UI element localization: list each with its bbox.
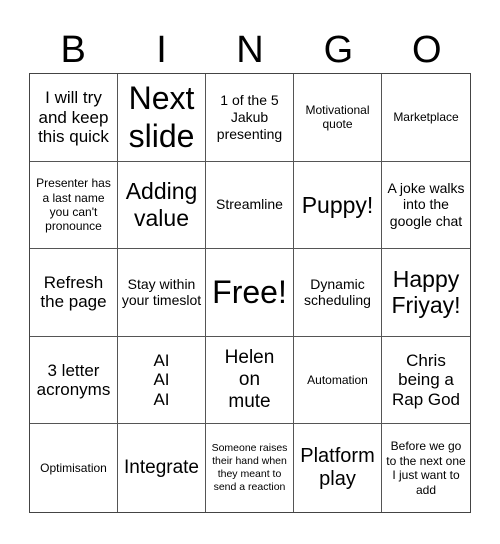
bingo-cell[interactable]: Chris being a Rap God (382, 337, 470, 425)
header-letter-i: I (156, 29, 167, 71)
bingo-cell free-space[interactable]: Free! (206, 249, 294, 337)
header-letter-g: G (323, 29, 354, 71)
bingo-cell[interactable]: Someone raises their hand when they mean… (206, 424, 294, 512)
bingo-cell[interactable]: Marketplace (382, 74, 470, 162)
bingo-cell[interactable]: Helen on mute (206, 336, 294, 425)
bingo-cell[interactable]: Streamline (206, 161, 294, 250)
bingo-cell[interactable]: Automation (294, 336, 382, 425)
bingo-cell[interactable]: Integrate (118, 424, 206, 512)
bingo-cell[interactable]: Adding value (118, 161, 206, 250)
bingo-cell[interactable]: A joke walks into the google chat (382, 162, 470, 250)
bingo-cell[interactable]: Dynamic scheduling (294, 249, 382, 337)
bingo-cell[interactable]: Before we go to the next one I just want… (382, 424, 470, 512)
bingo-cell[interactable]: Presenter has a last name you can't pron… (30, 161, 118, 250)
bingo-cell[interactable]: AI AI AI (118, 336, 206, 425)
bingo-header: B I N G O (29, 28, 471, 72)
bingo-cell[interactable]: Optimisation (30, 424, 118, 512)
bingo-cell[interactable]: Next slide (118, 74, 206, 162)
bingo-grid: I will try and keep this quick Next slid… (29, 73, 471, 513)
bingo-cell[interactable]: Puppy! (294, 161, 382, 250)
bingo-cell[interactable]: I will try and keep this quick (30, 74, 118, 162)
bingo-cell[interactable]: Refresh the page (30, 249, 118, 337)
header-letter-n: N (236, 29, 264, 71)
header-letter-o: O (411, 29, 442, 71)
header-letter-b: B (60, 29, 86, 71)
bingo-cell[interactable]: 1 of the 5 Jakub presenting (206, 74, 294, 162)
bingo-cell[interactable]: Platform play (294, 424, 382, 512)
bingo-cell[interactable]: 3 letter acronyms (30, 336, 118, 425)
bingo-cell[interactable]: Happy Friyay! (382, 249, 470, 337)
bingo-cell[interactable]: Stay within your timeslot (118, 249, 206, 337)
bingo-cell[interactable]: Motivational quote (294, 74, 382, 162)
